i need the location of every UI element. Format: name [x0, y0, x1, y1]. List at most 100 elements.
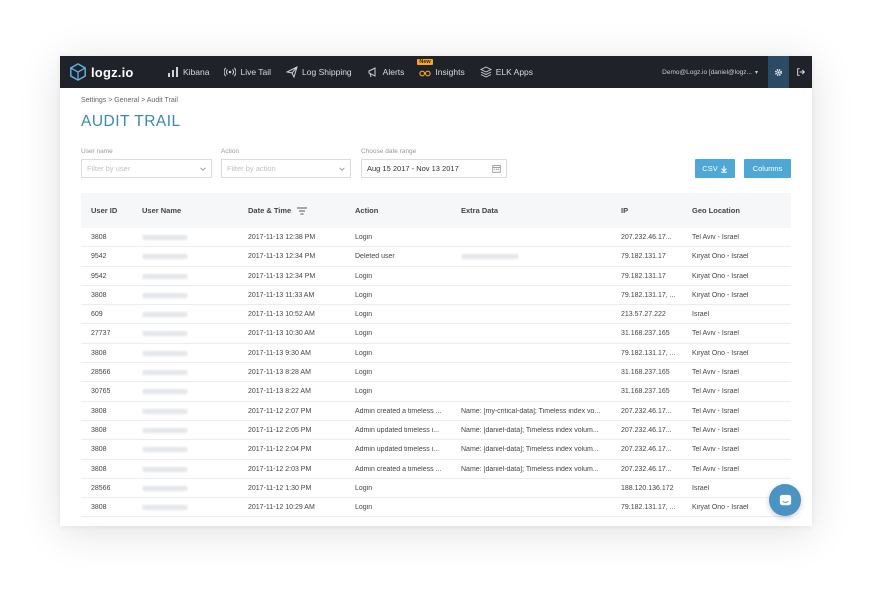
- col-ip[interactable]: IP: [621, 206, 628, 215]
- table-row[interactable]: 28566 2017-11-12 1:30 PM Login 188.120.136.…: [81, 479, 791, 499]
- nav-elk-apps-label: ELK Apps: [495, 67, 534, 77]
- cell-geo: Tel Aviv - Israel: [692, 388, 739, 396]
- table-row[interactable]: 3808 2017-11-12 2:03 PM Admin created a ti…: [81, 460, 791, 479]
- logout-icon: [796, 68, 805, 76]
- cell-datetime: 2017-11-13 8:28 AM: [248, 369, 311, 377]
- top-navbar: logz.io Kibana Live Tail Log Shipping Al…: [60, 56, 812, 88]
- user-filter-placeholder: Filter by user: [87, 164, 131, 173]
- cell-geo: Kiryat Ono - Israel: [692, 272, 749, 280]
- cell-datetime: 2017-11-13 12:38 PM: [248, 234, 316, 241]
- megaphone-icon: [368, 67, 376, 78]
- cell-user-id: 3808: [91, 234, 107, 241]
- csv-export-button[interactable]: CSV: [695, 159, 735, 178]
- cell-datetime: 2017-11-12 1:30 PM: [248, 484, 312, 492]
- cell-action: Login: [355, 330, 373, 338]
- chat-button[interactable]: [769, 484, 801, 516]
- cell-ip: 31.168.237.165: [621, 388, 670, 396]
- cell-geo: Kiryat Ono - Israel: [692, 253, 749, 261]
- redacted-text: [142, 312, 188, 318]
- cell-user-name-redacted: [142, 446, 188, 454]
- table-row[interactable]: 3808 2017-11-12 10:29 AM Login 79.182.131.1…: [81, 498, 791, 518]
- cell-user-id: 609: [91, 311, 103, 319]
- cell-user-name-redacted: [142, 273, 188, 281]
- col-date-time[interactable]: Date & Time: [248, 206, 308, 215]
- nav-elk-apps[interactable]: ELK Apps: [479, 66, 534, 78]
- table-header: User ID User Name Date & Time Action Ext…: [81, 193, 791, 228]
- cell-datetime: 2017-11-13 10:30 AM: [248, 330, 315, 338]
- nav-insights-label: Insights: [435, 67, 465, 77]
- table-row[interactable]: 27737 2017-11-13 10:30 AM Login 31.168.237.…: [81, 324, 791, 344]
- table-row[interactable]: 3808 2017-11-13 11:33 AM Login 79.182.131.1…: [81, 286, 791, 306]
- date-range-input[interactable]: Aug 15 2017 - Nov 13 2017: [361, 159, 507, 178]
- nav-kibana[interactable]: Kibana: [167, 66, 209, 78]
- table-row[interactable]: 30765 2017-11-13 8:22 AM Login 31.168.237.1…: [81, 382, 791, 402]
- cell-user-id: 28566: [91, 484, 111, 492]
- breadcrumb[interactable]: Settings > General > Audit Trail: [81, 97, 178, 104]
- redacted-text: [142, 273, 188, 279]
- user-name-label: User name: [81, 148, 113, 155]
- redacted-text: [142, 408, 188, 414]
- nav-insights[interactable]: New Insights: [417, 59, 465, 78]
- cell-action: Login: [355, 484, 373, 492]
- cell-geo: Israel: [692, 311, 710, 319]
- cell-datetime: 2017-11-13 12:34 PM: [248, 253, 316, 261]
- columns-button-label: Columns: [752, 164, 783, 173]
- bar-chart-icon: [168, 67, 178, 77]
- nav-live-tail[interactable]: Live Tail: [224, 66, 271, 78]
- col-user-id[interactable]: User ID: [91, 206, 117, 215]
- cell-user-id: 28566: [91, 369, 111, 377]
- sort-icon: [297, 207, 308, 215]
- cell-user-id: 3808: [91, 291, 107, 299]
- cell-datetime: 2017-11-12 2:05 PM: [248, 426, 312, 434]
- cell-geo: Tel Aviv - Israel: [692, 407, 739, 415]
- calendar-icon: [492, 165, 501, 173]
- table-row[interactable]: 9542 2017-11-13 12:34 PM Deleted user 79.18…: [81, 247, 791, 267]
- col-action[interactable]: Action: [355, 206, 378, 215]
- redacted-text: [142, 350, 188, 356]
- redacted-text: [142, 292, 188, 298]
- cell-action: Login: [355, 349, 373, 357]
- nav-log-shipping-label: Log Shipping: [302, 67, 352, 77]
- table-row[interactable]: 3808 2017-11-13 9:30 AM Login 79.182.131.17…: [81, 344, 791, 364]
- table-row[interactable]: 3808 2017-11-13 12:38 PM Login 207.232.46.1…: [81, 228, 791, 248]
- cell-ip: 79.182.131.17, ...: [621, 504, 676, 512]
- table-row[interactable]: 609 2017-11-13 10:52 AM Login 213.57.27.222…: [81, 305, 791, 325]
- col-user-name[interactable]: User Name: [142, 206, 181, 215]
- table-row[interactable]: 3808 2017-11-12 2:07 PM Admin created a ti…: [81, 402, 791, 421]
- cell-action: Login: [355, 369, 373, 377]
- user-account-label: Demo@Logz.io [daniel@logz...: [662, 68, 752, 76]
- redacted-text: [142, 370, 188, 376]
- nav-log-shipping[interactable]: Log Shipping: [286, 66, 352, 78]
- chevron-down-icon: ▾: [754, 69, 758, 76]
- table-row[interactable]: 28566 2017-11-13 8:28 AM Login 31.168.237.1…: [81, 363, 791, 383]
- date-range-label: Choose date range: [361, 148, 417, 155]
- columns-button[interactable]: Columns: [744, 159, 791, 178]
- cell-user-name-redacted: [142, 330, 188, 338]
- table-row[interactable]: 9542 2017-11-13 12:34 PM Login 79.182.131.1…: [81, 267, 791, 286]
- cell-user-name-redacted: [142, 292, 188, 300]
- col-extra-data[interactable]: Extra Data: [461, 206, 498, 215]
- table-body: 3808 2017-11-13 12:38 PM Login 207.232.46.1…: [81, 228, 791, 518]
- cell-action: Login: [355, 291, 373, 299]
- cell-ip: 207.232.46.17...: [621, 407, 672, 415]
- action-filter-select[interactable]: Filter by action: [221, 159, 351, 178]
- cell-datetime: 2017-11-13 10:52 AM: [248, 311, 315, 319]
- gear-icon: [774, 68, 783, 76]
- redacted-text: [142, 485, 188, 491]
- table-row[interactable]: 3808 2017-11-12 2:05 PM Admin updated time…: [81, 421, 791, 441]
- redacted-text: [142, 254, 188, 260]
- cell-action: Admin created a timeless ...: [355, 465, 442, 473]
- user-account-menu[interactable]: Demo@Logz.io [daniel@logz... ▾: [662, 69, 758, 76]
- settings-button[interactable]: [768, 56, 789, 88]
- nav-alerts[interactable]: Alerts: [367, 66, 404, 78]
- redacted-text: [142, 447, 188, 453]
- brand-logo[interactable]: logz.io: [69, 63, 159, 81]
- col-geo-location[interactable]: Geo Location: [692, 206, 740, 215]
- date-range-value: Aug 15 2017 - Nov 13 2017: [367, 164, 459, 173]
- table-row[interactable]: 3808 2017-11-12 2:04 PM Admin updated time…: [81, 440, 791, 460]
- action-label: Action: [221, 148, 240, 155]
- user-filter-select[interactable]: Filter by user: [81, 159, 212, 178]
- logout-button[interactable]: [789, 56, 812, 88]
- chevron-down-icon: [200, 167, 206, 171]
- cell-user-name-redacted: [142, 504, 188, 512]
